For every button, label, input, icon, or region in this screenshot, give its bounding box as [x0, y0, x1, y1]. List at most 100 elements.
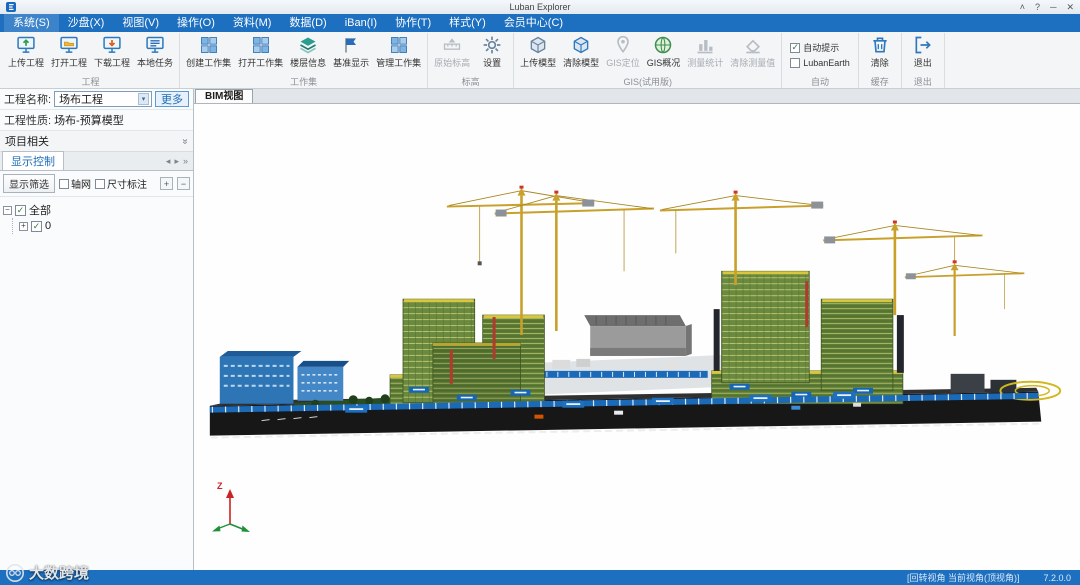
checkbox-box: [790, 58, 801, 68]
create-workset-icon: [199, 35, 219, 55]
version-text: 7.2.0.0: [1043, 572, 1071, 583]
menu-item-material[interactable]: 资料(M): [224, 14, 281, 32]
floor-info-icon: [298, 35, 318, 55]
menu-item-collaboration[interactable]: 协作(T): [386, 14, 440, 32]
tree-item-label: 全部: [29, 205, 51, 217]
menu-item-member-center[interactable]: 会员中心(C): [495, 14, 572, 32]
viewport-3d[interactable]: Z: [194, 104, 1080, 570]
settings-button[interactable]: 设置: [474, 33, 510, 69]
chevron-down-icon[interactable]: ▾: [138, 93, 149, 105]
datum-flag-icon: [341, 35, 361, 55]
display-filter-button[interactable]: 显示筛选: [3, 174, 55, 193]
button-label: 上传模型: [520, 58, 557, 68]
button-label: GIS定位: [606, 58, 640, 68]
ribbon-group-label: 工程: [81, 77, 100, 87]
local-task-button[interactable]: 本地任务: [134, 33, 176, 69]
tab-scroll-end-icon[interactable]: »: [183, 156, 188, 167]
upload-project-button[interactable]: 上传工程: [5, 33, 47, 69]
create-workset-button[interactable]: 创建工作集: [183, 33, 234, 69]
clear-model-button[interactable]: 清除模型: [560, 33, 602, 69]
clear-cache-button[interactable]: 清除: [862, 33, 898, 69]
upload-project-icon: [16, 35, 36, 55]
ribbon-group-label: 工作集: [290, 77, 318, 87]
tab-scroll-right-icon[interactable]: ▸: [174, 156, 179, 167]
floor-info-button[interactable]: 楼层信息: [287, 33, 329, 69]
checkbox-label: 尺寸标注: [107, 180, 147, 191]
lubanearth-checkbox[interactable]: LubanEarth: [790, 58, 850, 68]
exit-button[interactable]: 退出: [905, 33, 941, 69]
project-type-label: 工程性质:: [4, 115, 52, 127]
manage-workset-icon: [389, 35, 409, 55]
expand-all-button[interactable]: +: [160, 177, 173, 190]
gear-icon: [482, 35, 502, 55]
upload-model-icon: [528, 35, 548, 55]
help-icon[interactable]: ?: [1035, 0, 1040, 14]
tab-display-control[interactable]: 显示控制: [2, 151, 64, 170]
bim-3d-scene[interactable]: [194, 104, 1080, 570]
checkbox-label: 轴网: [71, 180, 91, 191]
menu-item-iban[interactable]: iBan(I): [336, 14, 386, 32]
close-icon[interactable]: ✕: [1066, 0, 1074, 14]
ribbon-group-elevation: 原始标高 设置 标高: [428, 33, 515, 88]
minimize-icon[interactable]: ─: [1050, 0, 1056, 14]
open-workset-button[interactable]: 打开工作集: [235, 33, 286, 69]
tab-scroll-left-icon[interactable]: ◂: [166, 156, 171, 167]
menu-bar: 系统(S) 沙盘(X) 视图(V) 操作(O) 资料(M) 数据(D) iBan…: [0, 14, 1080, 32]
tree-item-0[interactable]: + ✓ 0: [19, 218, 190, 234]
project-type-value: 场布-预算模型: [54, 115, 124, 127]
manage-workset-button[interactable]: 管理工作集: [373, 33, 424, 69]
project-related-section[interactable]: 项目相关 »: [0, 131, 193, 152]
original-elevation-icon: [442, 35, 462, 55]
menu-item-sandbox[interactable]: 沙盘(X): [59, 14, 114, 32]
more-button[interactable]: 更多: [155, 91, 189, 107]
tree-checkbox[interactable]: ✓: [15, 204, 26, 216]
gis-overview-button[interactable]: GIS概况: [644, 33, 684, 69]
checkbox-label: LubanEarth: [803, 58, 850, 68]
watermark: 大数跨境: [5, 562, 89, 583]
button-label: 下载工程: [94, 58, 131, 68]
dimension-checkbox[interactable]: 尺寸标注: [95, 176, 147, 191]
datum-display-button[interactable]: 基准显示: [330, 33, 372, 69]
ribbon-group-auto: ✓ 自动提示 LubanEarth 自动: [782, 33, 859, 88]
main-area: BIM视图 Z: [194, 89, 1080, 570]
project-name-select[interactable]: 场布工程 ▾: [54, 91, 152, 107]
tab-bim-view[interactable]: BIM视图: [195, 89, 254, 103]
display-toolbar: 显示筛选 轴网 尺寸标注 + −: [0, 171, 193, 197]
tree-item-all[interactable]: − ✓ 全部: [3, 202, 190, 218]
measure-chart-icon: [695, 35, 715, 55]
window-title: Luban Explorer: [509, 2, 571, 12]
auto-tip-checkbox[interactable]: ✓ 自动提示: [790, 41, 850, 54]
content-area: 工程名称: 场布工程 ▾ 更多 工程性质: 场布-预算模型 项目相关 » 显示控…: [0, 89, 1080, 570]
watermark-logo-icon: [6, 563, 24, 582]
axis-grid-checkbox[interactable]: 轴网: [59, 176, 91, 191]
button-label: 楼层信息: [290, 58, 327, 68]
tree-checkbox[interactable]: ✓: [31, 220, 42, 232]
original-elevation-button: 原始标高: [431, 33, 473, 69]
ribbon-collapse-icon[interactable]: ˄: [1020, 0, 1025, 14]
download-project-button[interactable]: 下载工程: [91, 33, 133, 69]
axis-z-label: Z: [217, 481, 223, 491]
open-project-button[interactable]: 打开工程: [48, 33, 90, 69]
menu-item-operation[interactable]: 操作(O): [168, 14, 224, 32]
ribbon-group-workset: 创建工作集 打开工作集 楼层信息 基准显示 管理工作集 工作集: [180, 33, 429, 88]
menu-item-system[interactable]: 系统(S): [4, 14, 59, 32]
open-workset-icon: [251, 35, 271, 55]
title-bar: Luban Explorer ˄ ? ─ ✕: [0, 0, 1080, 14]
upload-model-button[interactable]: 上传模型: [517, 33, 559, 69]
button-label: 设置: [483, 58, 502, 68]
eraser-icon: [743, 35, 763, 55]
menu-item-data[interactable]: 数据(D): [280, 14, 335, 32]
check-icon: ✓: [791, 42, 800, 52]
tree-collapse-icon[interactable]: −: [3, 205, 12, 215]
tree-item-label: 0: [45, 220, 52, 232]
menu-item-style[interactable]: 样式(Y): [440, 14, 495, 32]
collapse-chevron-icon[interactable]: »: [180, 138, 191, 144]
button-label: GIS概况: [646, 58, 681, 68]
ribbon: 上传工程 打开工程 下载工程 本地任务 工程 创建工作集 打开工作集 楼层信息 …: [0, 32, 1080, 89]
left-panel: 工程名称: 场布工程 ▾ 更多 工程性质: 场布-预算模型 项目相关 » 显示控…: [0, 89, 194, 570]
collapse-all-button[interactable]: −: [177, 177, 190, 190]
tree-expand-icon[interactable]: +: [19, 221, 28, 231]
measure-stats-button: 测量统计: [684, 33, 726, 69]
menu-item-view[interactable]: 视图(V): [113, 14, 168, 32]
status-bar: [回转视角 当前视角(顶视角)] 7.2.0.0: [0, 570, 1080, 585]
